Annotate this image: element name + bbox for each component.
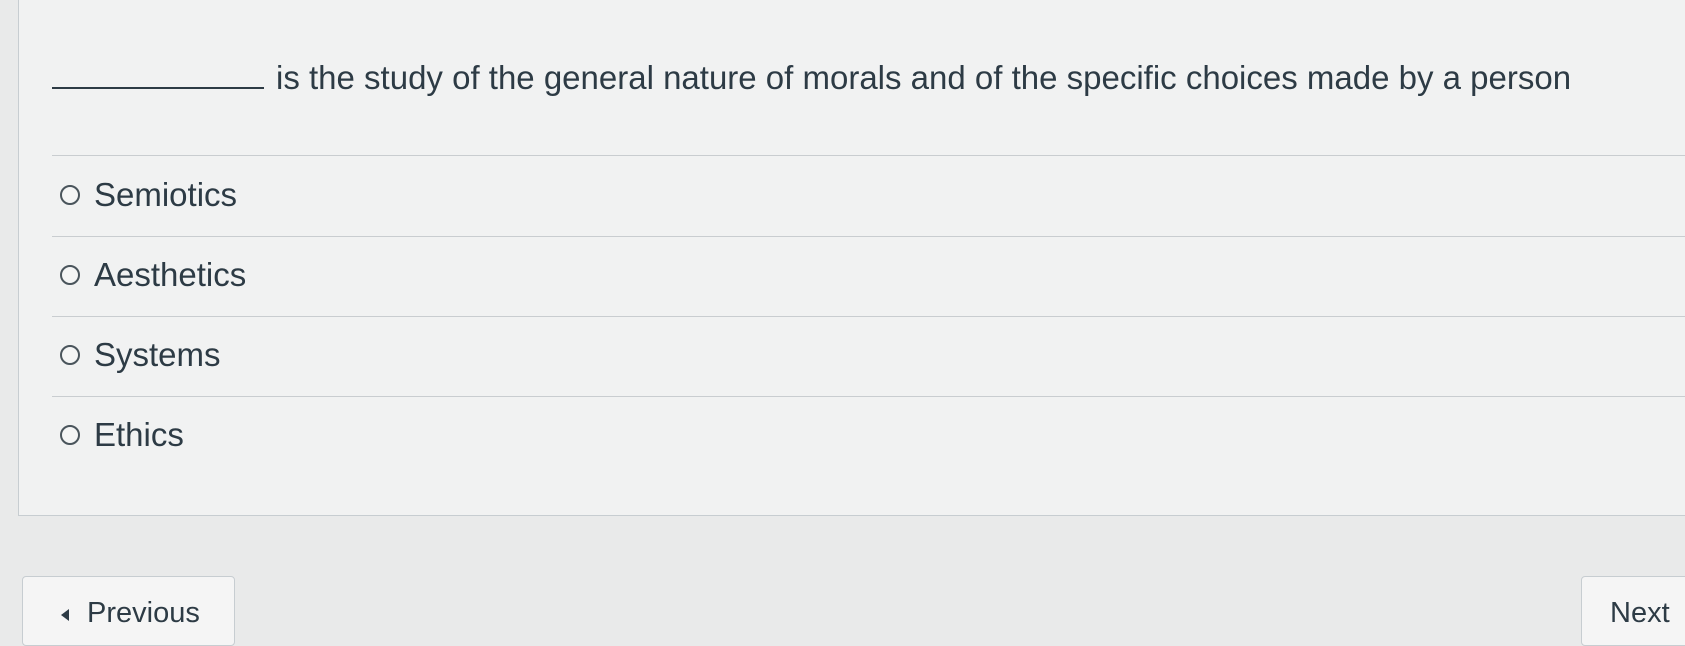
answer-option-aesthetics[interactable]: Aesthetics (60, 255, 246, 295)
question-divider (52, 155, 1685, 156)
answer-label: Aesthetics (94, 256, 247, 293)
caret-left-icon (61, 609, 69, 621)
answer-label: Systems (94, 336, 221, 373)
radio-icon[interactable] (60, 265, 80, 285)
radio-icon[interactable] (60, 425, 80, 445)
previous-button[interactable]: Previous (22, 576, 235, 646)
answer-option-ethics[interactable]: Ethics (60, 415, 184, 455)
radio-icon[interactable] (60, 185, 80, 205)
answer-label: Ethics (94, 416, 184, 453)
answer-option-systems[interactable]: Systems (60, 335, 221, 375)
next-label: Next (1610, 597, 1670, 629)
radio-icon[interactable] (60, 345, 80, 365)
answer-divider (52, 316, 1685, 317)
answer-divider (52, 396, 1685, 397)
previous-label: Previous (87, 597, 200, 629)
next-button[interactable]: Next (1581, 576, 1685, 646)
fill-in-blank (52, 59, 264, 89)
question-prompt: is the study of the general nature of mo… (52, 58, 1571, 98)
question-text: is the study of the general nature of mo… (276, 59, 1572, 96)
answer-option-semiotics[interactable]: Semiotics (60, 175, 237, 215)
answer-divider (52, 236, 1685, 237)
answer-label: Semiotics (94, 176, 238, 213)
